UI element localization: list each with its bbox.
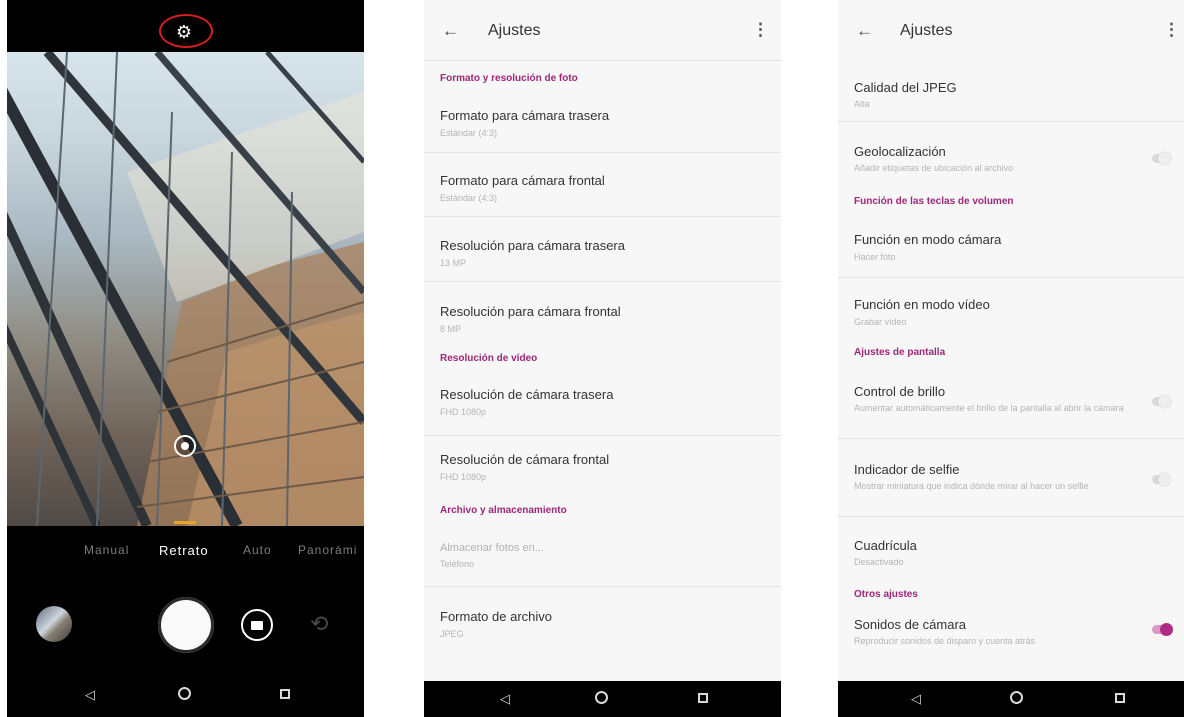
mode-manual[interactable]: Manual (84, 543, 129, 557)
settings-screen-photo-video: ← Ajustes ⋮ Formato y resolución de foto… (424, 0, 781, 717)
item-subtitle: FHD 1080p (440, 472, 487, 482)
back-arrow-icon[interactable]: ← (442, 21, 459, 41)
item-title: Cuadrícula (854, 538, 917, 553)
system-nav-bar: ◁ (7, 677, 364, 717)
list-item[interactable]: Resolución de cámara frontal FHD 1080p (424, 436, 781, 499)
nav-home-icon[interactable] (1010, 691, 1023, 704)
item-title: Resolución para cámara trasera (440, 238, 625, 253)
settings-screen-general: ← Ajustes ⋮ Calidad del JPEG Alta Geoloc… (838, 0, 1184, 717)
item-subtitle: Aumentar automáticamente el brillo de la… (854, 403, 1124, 413)
section-header: Resolución de vídeo (440, 353, 538, 364)
mode-panoramic[interactable]: Panorámi (298, 543, 357, 557)
item-title: Control de brillo (854, 384, 946, 399)
shutter-button[interactable] (158, 597, 214, 653)
back-arrow-icon[interactable]: ← (856, 21, 873, 41)
item-subtitle: Teléfono (440, 559, 475, 569)
item-title: Función en modo cámara (854, 232, 1002, 247)
item-title: Resolución de cámara trasera (440, 387, 614, 402)
list-item[interactable]: Formato para cámara trasera Estándar (4:… (424, 86, 781, 153)
switch-camera-icon[interactable]: ⟲ (310, 613, 328, 635)
list-item[interactable]: Geolocalización Añadir etiquetas de ubic… (838, 122, 1184, 190)
list-item[interactable]: Sonidos de cámara Reproducir sonidos de … (838, 607, 1184, 667)
settings-list: Calidad del JPEG Alta Geolocalización Añ… (838, 60, 1184, 667)
camera-screen: ⚙ Manual Retrato Auto Panorámi ⟲ ◁ (7, 0, 364, 717)
list-item[interactable]: Indicador de selfie Mostrar miniatura qu… (838, 439, 1184, 517)
nav-recents-icon[interactable] (280, 689, 290, 699)
list-item[interactable]: Resolución para cámara trasera 13 MP (424, 217, 781, 282)
list-item[interactable]: Formato para cámara frontal Estándar (4:… (424, 153, 781, 217)
page-title: Ajustes (900, 22, 953, 39)
focus-point-icon[interactable] (174, 435, 196, 457)
item-subtitle: Estándar (4:3) (440, 128, 498, 138)
item-title: Calidad del JPEG (854, 80, 957, 95)
item-title: Formato para cámara trasera (440, 108, 610, 123)
system-nav-bar: ◁ (424, 681, 781, 717)
camera-sounds-toggle[interactable] (1152, 623, 1173, 636)
item-subtitle: Alta (854, 99, 870, 109)
item-subtitle: JPEG (440, 629, 464, 639)
page-title: Ajustes (488, 22, 541, 39)
item-title: Almacenar fotos en... (440, 542, 544, 554)
gear-icon[interactable]: ⚙ (172, 20, 196, 44)
list-item[interactable]: Resolución de cámara trasera FHD 1080p (424, 370, 781, 436)
section-header: Función de las teclas de volumen (854, 196, 1014, 207)
video-camera-icon[interactable] (241, 609, 273, 641)
selfie-toggle[interactable] (1152, 473, 1171, 486)
section-header: Ajustes de pantalla (854, 347, 946, 358)
overflow-menu-icon[interactable]: ⋮ (752, 20, 769, 40)
item-subtitle: Desactivado (854, 557, 904, 567)
item-subtitle: Estándar (4:3) (440, 193, 498, 203)
item-subtitle: Grabar vídeo (854, 317, 907, 327)
system-nav-bar: ◁ (838, 681, 1184, 717)
item-subtitle: FHD 1080p (440, 407, 487, 417)
list-item[interactable]: Cuadrícula Desactivado (838, 517, 1184, 583)
item-subtitle: 13 MP (440, 258, 467, 268)
gallery-thumbnail[interactable] (36, 606, 72, 642)
nav-back-icon[interactable]: ◁ (500, 692, 510, 705)
settings-list: Formato y resolución de foto Formato par… (424, 60, 781, 651)
list-item[interactable]: Formato de archivo JPEG (424, 587, 781, 651)
item-title: Geolocalización (854, 144, 946, 159)
section-header: Otros ajustes (854, 589, 918, 600)
nav-home-icon[interactable] (595, 691, 608, 704)
list-item[interactable]: Calidad del JPEG Alta (838, 60, 1184, 122)
overflow-menu-icon[interactable]: ⋮ (1163, 20, 1180, 40)
camera-mode-selector[interactable]: Manual Retrato Auto Panorámi (7, 526, 364, 576)
app-bar: ← Ajustes ⋮ (838, 0, 1184, 60)
item-title: Formato de archivo (440, 609, 552, 624)
item-subtitle: Hacer foto (854, 252, 896, 262)
item-title: Resolución para cámara frontal (440, 304, 621, 319)
item-title: Indicador de selfie (854, 462, 960, 477)
section-header: Formato y resolución de foto (440, 73, 578, 84)
nav-recents-icon[interactable] (1115, 693, 1125, 703)
camera-top-bar: ⚙ (7, 0, 364, 52)
item-subtitle: Añadir etiquetas de ubicación al archivo (854, 163, 1014, 173)
mode-auto[interactable]: Auto (243, 543, 272, 557)
item-title: Función en modo vídeo (854, 297, 990, 312)
list-item[interactable]: Control de brillo Aumentar automáticamen… (838, 364, 1184, 439)
nav-back-icon[interactable]: ◁ (911, 692, 921, 705)
brightness-toggle[interactable] (1152, 395, 1171, 408)
item-title: Resolución de cámara frontal (440, 452, 610, 467)
section-header: Archivo y almacenamiento (440, 505, 567, 516)
app-bar: ← Ajustes ⋮ (424, 0, 781, 61)
item-title: Formato para cámara frontal (440, 173, 605, 188)
nav-home-icon[interactable] (178, 687, 191, 700)
list-item[interactable]: Resolución para cámara frontal 8 MP (424, 282, 781, 348)
list-item[interactable]: Función en modo vídeo Grabar vídeo (838, 278, 1184, 342)
nav-recents-icon[interactable] (698, 693, 708, 703)
item-title: Sonidos de cámara (854, 617, 967, 632)
nav-back-icon[interactable]: ◁ (85, 688, 95, 701)
list-item[interactable]: Función en modo cámara Hacer foto (838, 214, 1184, 278)
mode-indicator (174, 521, 196, 524)
mode-retrato[interactable]: Retrato (159, 543, 209, 558)
item-subtitle: 8 MP (440, 324, 462, 334)
list-item: Almacenar fotos en... Teléfono (424, 523, 781, 587)
item-subtitle: Mostrar miniatura que indica dónde mirar… (854, 481, 1089, 491)
geolocation-toggle[interactable] (1152, 152, 1171, 165)
item-subtitle: Reproducir sonidos de disparo y cuenta a… (854, 636, 1036, 646)
